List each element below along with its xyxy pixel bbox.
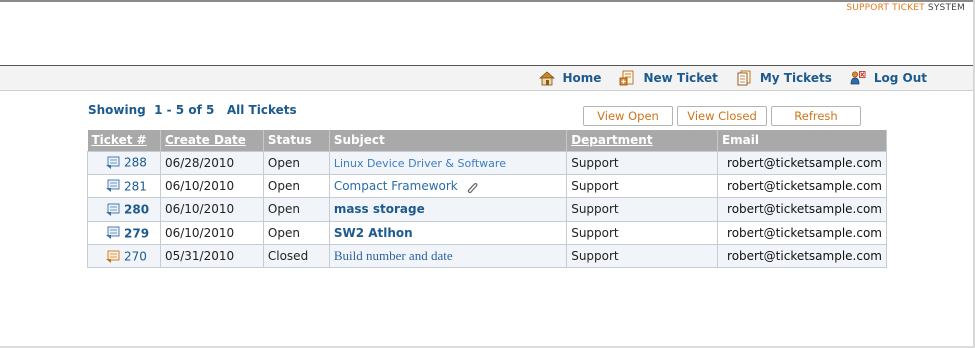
header-create-date[interactable]: Create Date [160, 130, 264, 151]
nav-logout-label: Log Out [873, 71, 927, 85]
brand-part-2: System [927, 3, 965, 13]
ticket-open-icon [106, 179, 120, 193]
cell-subject: mass storage [328, 197, 568, 222]
table-row[interactable]: 281 06/10/2010 Open Compact Framework Su… [87, 173, 888, 199]
nav-new-ticket[interactable]: New Ticket [619, 70, 718, 86]
new-ticket-icon [620, 70, 634, 86]
cell-status: Open [262, 173, 330, 199]
cell-date: 06/10/2010 [159, 220, 264, 246]
cell-status: Open [262, 150, 330, 175]
my-tickets-icon [737, 70, 751, 86]
table-row[interactable]: 280 06/10/2010 Open mass storage Support… [87, 197, 888, 222]
cell-status: Closed [262, 244, 330, 269]
cell-ticket[interactable]: 280 [87, 197, 161, 222]
cell-department: Support [566, 197, 718, 222]
cell-department: Support [566, 150, 718, 175]
nav-home-label: Home [562, 71, 602, 85]
cell-ticket[interactable]: 279 [87, 220, 161, 246]
top-rule [0, 0, 975, 2]
subject-link[interactable]: Build number and date [334, 248, 453, 263]
cell-date: 06/28/2010 [159, 150, 264, 175]
nav-new-ticket-label: New Ticket [643, 71, 718, 85]
subject-link[interactable]: Compact Framework [334, 179, 458, 193]
subject-link[interactable]: mass storage [334, 202, 425, 216]
navbar: Home New Ticket My Tickets Log Out [0, 65, 973, 91]
cell-email: robert@ticketsample.com [716, 197, 888, 222]
cell-email: robert@ticketsample.com [716, 220, 888, 246]
cell-subject: Build number and date [328, 244, 568, 269]
cell-date: 05/31/2010 [159, 244, 264, 269]
cell-date: 06/10/2010 [159, 197, 264, 222]
cell-ticket[interactable]: 288 [87, 150, 161, 175]
cell-status: Open [262, 220, 330, 246]
cell-subject: Linux Device Driver & Software [328, 150, 568, 175]
cell-status: Open [262, 197, 330, 222]
nav-my-tickets-label: My Tickets [759, 71, 832, 85]
cell-subject: Compact Framework [328, 173, 568, 199]
paperclip-icon [467, 182, 478, 193]
subject-link[interactable]: SW2 Atlhon [334, 226, 413, 240]
header-department[interactable]: Department [566, 130, 718, 151]
table-row[interactable]: 288 06/28/2010 Open Linux Device Driver … [87, 150, 888, 175]
ticket-open-icon [106, 203, 120, 216]
ticket-closed-icon [106, 250, 120, 263]
cell-ticket[interactable]: 281 [87, 173, 161, 199]
header-subject: Subject [329, 130, 568, 151]
cell-department: Support [566, 244, 718, 269]
cell-ticket[interactable]: 270 [87, 244, 161, 269]
table-row[interactable]: 279 06/10/2010 Open SW2 Atlhon Support r… [87, 220, 888, 246]
subject-link[interactable]: Linux Device Driver & Software [334, 157, 506, 170]
ticket-number[interactable]: 280 [124, 203, 149, 217]
cell-email: robert@ticketsample.com [716, 150, 888, 175]
table-row[interactable]: 270 05/31/2010 Closed Build number and d… [87, 244, 888, 269]
view-open-button[interactable]: View Open [583, 106, 673, 126]
tickets-table: Ticket # Create Date Status Subject Depa… [87, 130, 888, 269]
nav-items: Home New Ticket My Tickets Log Out [521, 70, 927, 86]
header-email: Email [717, 130, 888, 151]
cell-date: 06/10/2010 [159, 173, 264, 199]
cell-email: robert@ticketsample.com [716, 244, 888, 269]
ticket-open-icon [106, 156, 120, 169]
table-header-row: Ticket # Create Date Status Subject Depa… [87, 130, 888, 151]
nav-logout[interactable]: Log Out [850, 70, 927, 86]
header-status: Status [263, 130, 330, 151]
ticket-number[interactable]: 270 [124, 250, 147, 264]
brand-part-1: Support Ticket [846, 3, 925, 13]
logout-icon [850, 71, 866, 85]
ticket-number[interactable]: 281 [124, 179, 147, 193]
view-closed-button[interactable]: View Closed [677, 106, 767, 126]
ticket-number[interactable]: 288 [124, 156, 147, 170]
filter-buttons: View Open View Closed Refresh [583, 106, 865, 126]
cell-department: Support [566, 220, 718, 246]
home-icon [538, 71, 555, 86]
showing-summary: Showing 1 - 5 of 5 All Tickets [88, 103, 297, 117]
cell-email: robert@ticketsample.com [716, 173, 888, 199]
nav-home[interactable]: Home [538, 70, 602, 86]
header-ticket-number[interactable]: Ticket # [87, 130, 161, 151]
nav-my-tickets[interactable]: My Tickets [736, 70, 832, 86]
cell-subject: SW2 Atlhon [328, 220, 568, 246]
ticket-open-icon [106, 226, 120, 240]
brand-title: Support Ticket System [846, 3, 965, 13]
cell-department: Support [566, 173, 718, 199]
ticket-number[interactable]: 279 [124, 226, 149, 240]
refresh-button[interactable]: Refresh [771, 106, 861, 126]
